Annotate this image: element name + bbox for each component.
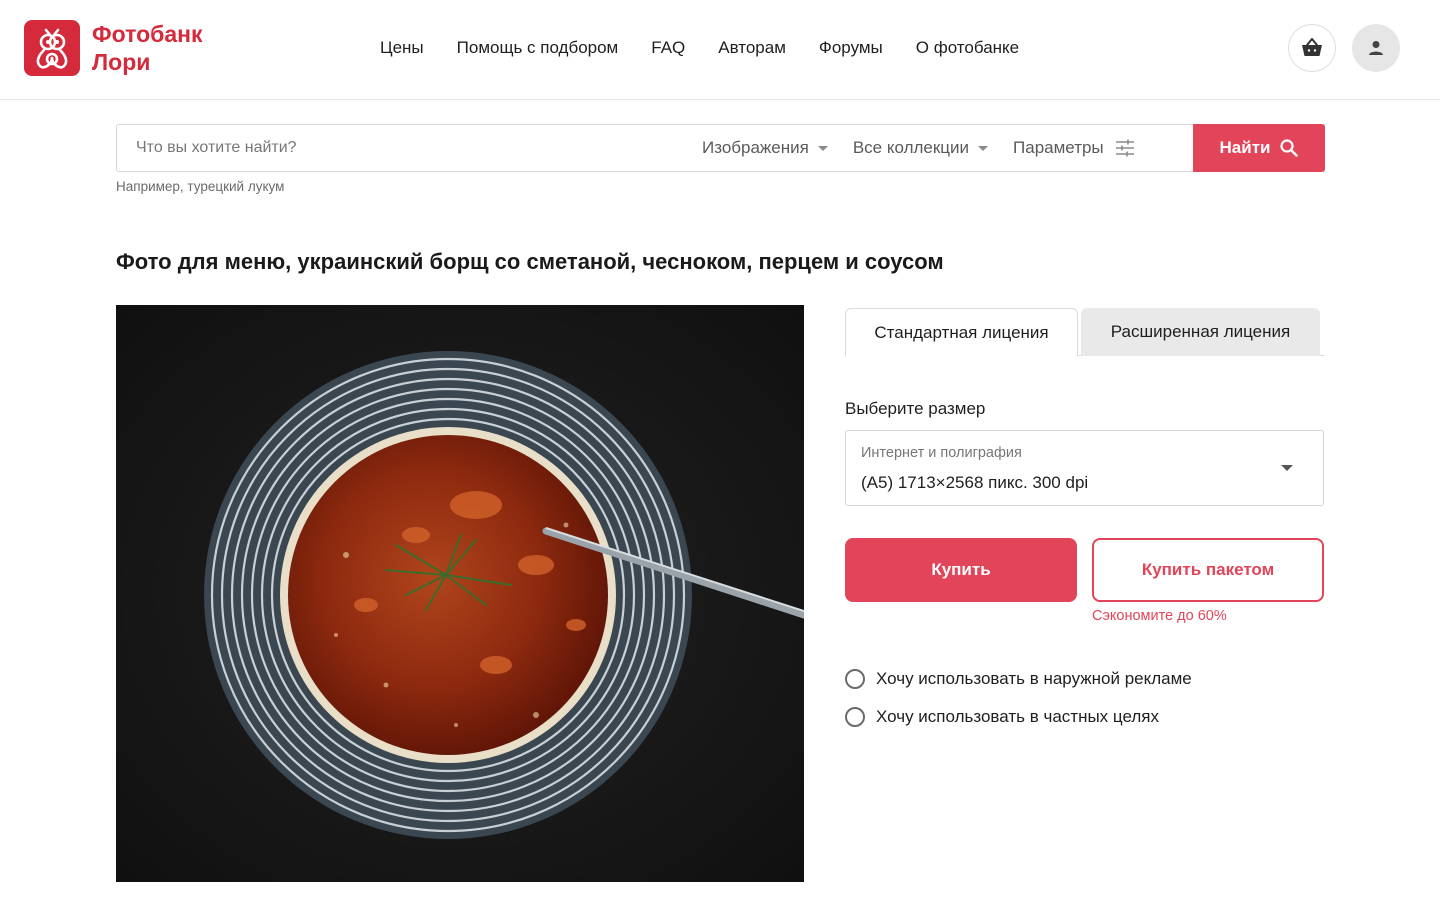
logo[interactable]: Фотобанк Лори [24, 20, 203, 76]
user-button[interactable] [1352, 24, 1400, 72]
type-dropdown-label: Изображения [702, 138, 809, 157]
product-photo[interactable] [116, 305, 804, 882]
collection-dropdown-label: Все коллекции [852, 138, 970, 157]
type-dropdown[interactable]: Изображения [702, 138, 828, 158]
tab-extended-license[interactable]: Расширенная лицения [1081, 308, 1320, 356]
chevron-down-icon [978, 145, 989, 151]
chevron-down-icon [817, 145, 828, 151]
nav-help[interactable]: Помощь с подбором [457, 36, 619, 60]
size-value: (А5) 1713×2568 пикс. 300 dpi [861, 473, 1089, 492]
site-header: Фотобанк Лори Цены Помощь с подбором FAQ… [0, 0, 1440, 100]
buy-button[interactable]: Купить [845, 538, 1077, 602]
size-category: Интернет и полиграфия [861, 445, 1022, 461]
option-private-use-label: Хочу использовать в частных целях [876, 707, 1159, 726]
borscht-photo-image [116, 305, 804, 882]
size-label: Выберите размер [845, 399, 986, 418]
search-hint: Например, турецкий лукум [116, 179, 285, 194]
license-tabs: Стандартная лицения Расширенная лицения [845, 308, 1324, 357]
nav-about[interactable]: О фотобанке [916, 36, 1019, 60]
option-private-use[interactable]: Хочу использовать в частных целях [845, 707, 1159, 727]
search-input[interactable] [117, 126, 677, 170]
buy-pack-button[interactable]: Купить пакетом [1092, 538, 1324, 602]
main-nav: Цены Помощь с подбором FAQ Авторам Форум… [380, 36, 1052, 60]
tab-standard-license[interactable]: Стандартная лицения [845, 308, 1078, 357]
search-icon [1280, 139, 1299, 157]
save-note: Сэкономите до 60% [1092, 608, 1227, 624]
logo-text: Фотобанк Лори [92, 20, 203, 76]
search-button-label: Найти [1219, 138, 1271, 157]
option-outdoor-ads-label: Хочу использовать в наружной рекламе [876, 669, 1192, 688]
logo-mark-icon [24, 20, 80, 76]
sliders-icon [1115, 139, 1134, 157]
nav-faq[interactable]: FAQ [651, 36, 685, 60]
logo-text-line2: Лори [92, 49, 151, 75]
radio-button[interactable] [845, 669, 865, 689]
params-button[interactable]: Параметры [1013, 138, 1135, 158]
option-outdoor-ads[interactable]: Хочу использовать в наружной рекламе [845, 669, 1192, 689]
nav-authors[interactable]: Авторам [718, 36, 786, 60]
nav-forums[interactable]: Форумы [819, 36, 883, 60]
chevron-down-icon [1281, 465, 1293, 471]
nav-prices[interactable]: Цены [380, 36, 424, 60]
user-icon [1369, 41, 1383, 55]
collection-dropdown[interactable]: Все коллекции [852, 138, 989, 158]
params-label: Параметры [1013, 138, 1104, 157]
radio-button[interactable] [845, 707, 865, 727]
cart-button[interactable] [1288, 24, 1336, 72]
cart-icon [1302, 38, 1322, 56]
search-button[interactable]: Найти [1193, 124, 1325, 172]
page-title: Фото для меню, украинский борщ со сметан… [116, 249, 944, 274]
logo-text-line1: Фотобанк [92, 21, 203, 47]
search-bar: Изображения Все коллекции Параметры Найт… [116, 124, 1325, 172]
size-select[interactable]: Интернет и полиграфия (А5) 1713×2568 пик… [845, 430, 1324, 506]
